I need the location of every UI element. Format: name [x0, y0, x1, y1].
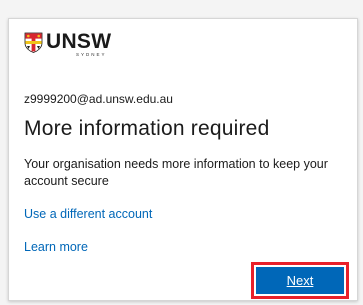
unsw-wordmark: UNSW SYDNEY [46, 31, 111, 58]
page-description: Your organisation needs more information… [24, 157, 328, 188]
page-background: UNSW SYDNEY z9999200@ad.unsw.edu.au More… [0, 0, 363, 305]
learn-more-link[interactable]: Learn more [24, 240, 88, 254]
brand-sub: SYDNEY [76, 52, 107, 57]
unsw-logo: UNSW SYDNEY [24, 31, 111, 59]
page-title: More information required [24, 117, 270, 140]
next-button[interactable]: Next [256, 267, 344, 294]
use-different-account-link[interactable]: Use a different account [24, 207, 152, 221]
account-email: z9999200@ad.unsw.edu.au [24, 92, 173, 106]
unsw-crest-icon [24, 32, 43, 53]
brand-name: UNSW [46, 30, 112, 53]
